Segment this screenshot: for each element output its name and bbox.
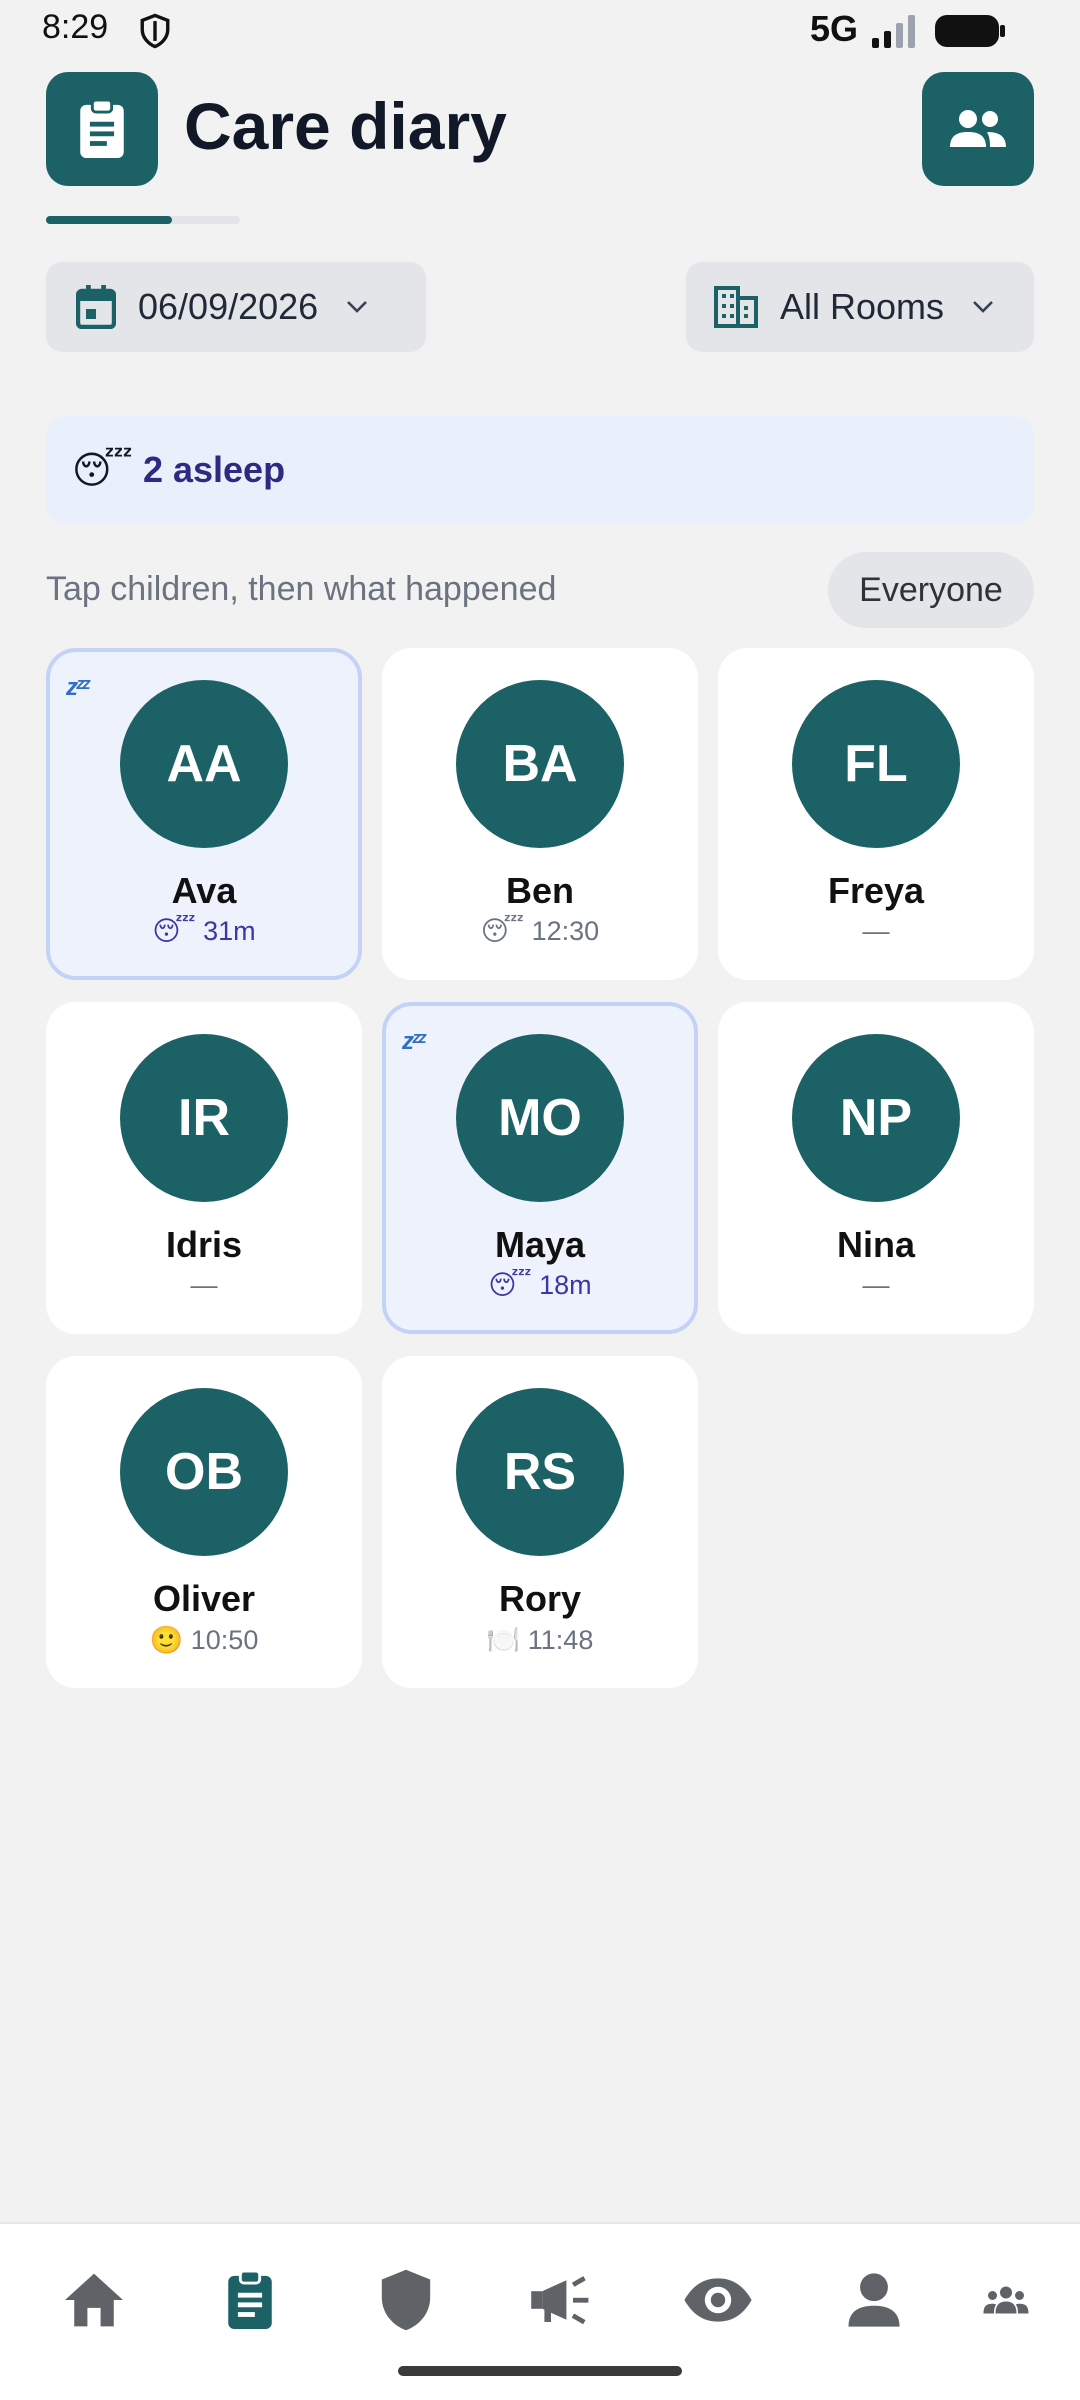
home-indicator[interactable] <box>398 2366 682 2376</box>
room-picker[interactable]: All Rooms <box>686 262 1034 352</box>
home-icon <box>65 2273 123 2327</box>
child-name: Nina <box>836 1224 915 1265</box>
chevron-down-icon <box>347 301 368 313</box>
child-card-ava[interactable]: zᶻᶻ AA Ava 😴 31m <box>46 648 362 980</box>
chevron-down-icon <box>973 301 993 313</box>
child-status: 🙂 10:50 <box>149 1625 259 1655</box>
avatar: FL <box>792 680 960 848</box>
megaphone-icon <box>531 2276 589 2325</box>
avatar: NP <box>792 1034 960 1202</box>
child-card-idris[interactable]: IR Idris — <box>46 1002 362 1334</box>
asleep-summary-banner[interactable]: 😴 2 asleep <box>46 416 1034 524</box>
shield-icon <box>381 2269 431 2331</box>
sleeping-zzz-icon: zᶻᶻ <box>66 674 90 701</box>
child-card-ben[interactable]: BA Ben 😴 12:30 <box>382 648 698 980</box>
avatar: AA <box>120 680 288 848</box>
avatar: OB <box>120 1388 288 1556</box>
nav-care-diary[interactable] <box>210 2260 290 2340</box>
child-status: — <box>862 916 890 946</box>
progress-fill <box>46 216 173 224</box>
signal-icon <box>870 14 920 53</box>
child-status: — <box>862 1270 890 1300</box>
child-card-rory[interactable]: RS Rory 🍽️ 11:48 <box>382 1356 698 1688</box>
nav-safeguarding[interactable] <box>366 2260 446 2340</box>
bottom-navigation <box>0 2222 1080 2400</box>
child-status: 😴 18m <box>488 1270 592 1300</box>
child-name: Idris <box>165 1224 243 1265</box>
nav-profile[interactable] <box>834 2260 914 2340</box>
nav-home[interactable] <box>54 2260 134 2340</box>
child-card-freya[interactable]: FL Freya — <box>718 648 1034 980</box>
nav-announcements[interactable] <box>522 2260 602 2340</box>
date-picker[interactable]: 06/09/2026 <box>46 262 426 352</box>
avatar: RS <box>456 1388 624 1556</box>
child-name: Freya <box>827 870 925 911</box>
status-bar: 8:29 5G <box>0 0 1080 64</box>
child-status: 😴 31m <box>152 916 256 946</box>
asleep-count: 2 asleep <box>142 449 286 490</box>
sleeping-zzz-icon: zᶻᶻ <box>402 1028 426 1055</box>
child-status: 🍽️ 11:48 <box>486 1625 594 1655</box>
select-everyone-button[interactable]: Everyone <box>828 552 1034 628</box>
page-title: Care diary <box>184 89 507 163</box>
network-type: 5G <box>810 8 859 49</box>
status-time: 8:29 <box>42 8 109 46</box>
child-name: Maya <box>494 1224 586 1265</box>
people-button[interactable] <box>922 72 1034 186</box>
avatar: BA <box>456 680 624 848</box>
room-value: All Rooms <box>780 286 945 327</box>
avatar: MO <box>456 1034 624 1202</box>
vpn-shield-icon <box>138 12 172 55</box>
child-status: — <box>190 1270 218 1300</box>
group-icon <box>983 2286 1029 2314</box>
nav-groups[interactable] <box>966 2260 1046 2340</box>
child-status: 😴 12:30 <box>480 916 600 946</box>
child-card-oliver[interactable]: OB Oliver 🙂 10:50 <box>46 1356 362 1688</box>
sleeping-face-icon: 😴 <box>72 449 133 492</box>
battery-icon <box>934 14 1006 53</box>
clipboard-icon <box>80 98 124 158</box>
child-card-maya[interactable]: zᶻᶻ MO Maya 😴 18m <box>382 1002 698 1334</box>
eye-icon <box>684 2278 752 2322</box>
building-icon <box>714 286 758 328</box>
clipboard-icon <box>228 2269 272 2329</box>
child-name: Ben <box>505 870 574 911</box>
instruction-text: Tap children, then what happened <box>46 570 557 608</box>
child-name: Oliver <box>152 1578 256 1619</box>
people-icon <box>950 110 1006 147</box>
child-card-nina[interactable]: NP Nina — <box>718 1002 1034 1334</box>
date-value: 06/09/2026 <box>138 286 319 327</box>
progress-indicator <box>46 216 240 224</box>
child-name: Ava <box>171 870 237 911</box>
calendar-icon <box>76 285 116 329</box>
care-diary-logo <box>46 72 158 186</box>
child-name: Rory <box>498 1578 582 1619</box>
avatar: IR <box>120 1034 288 1202</box>
person-icon <box>848 2273 900 2327</box>
nav-observations[interactable] <box>678 2260 758 2340</box>
